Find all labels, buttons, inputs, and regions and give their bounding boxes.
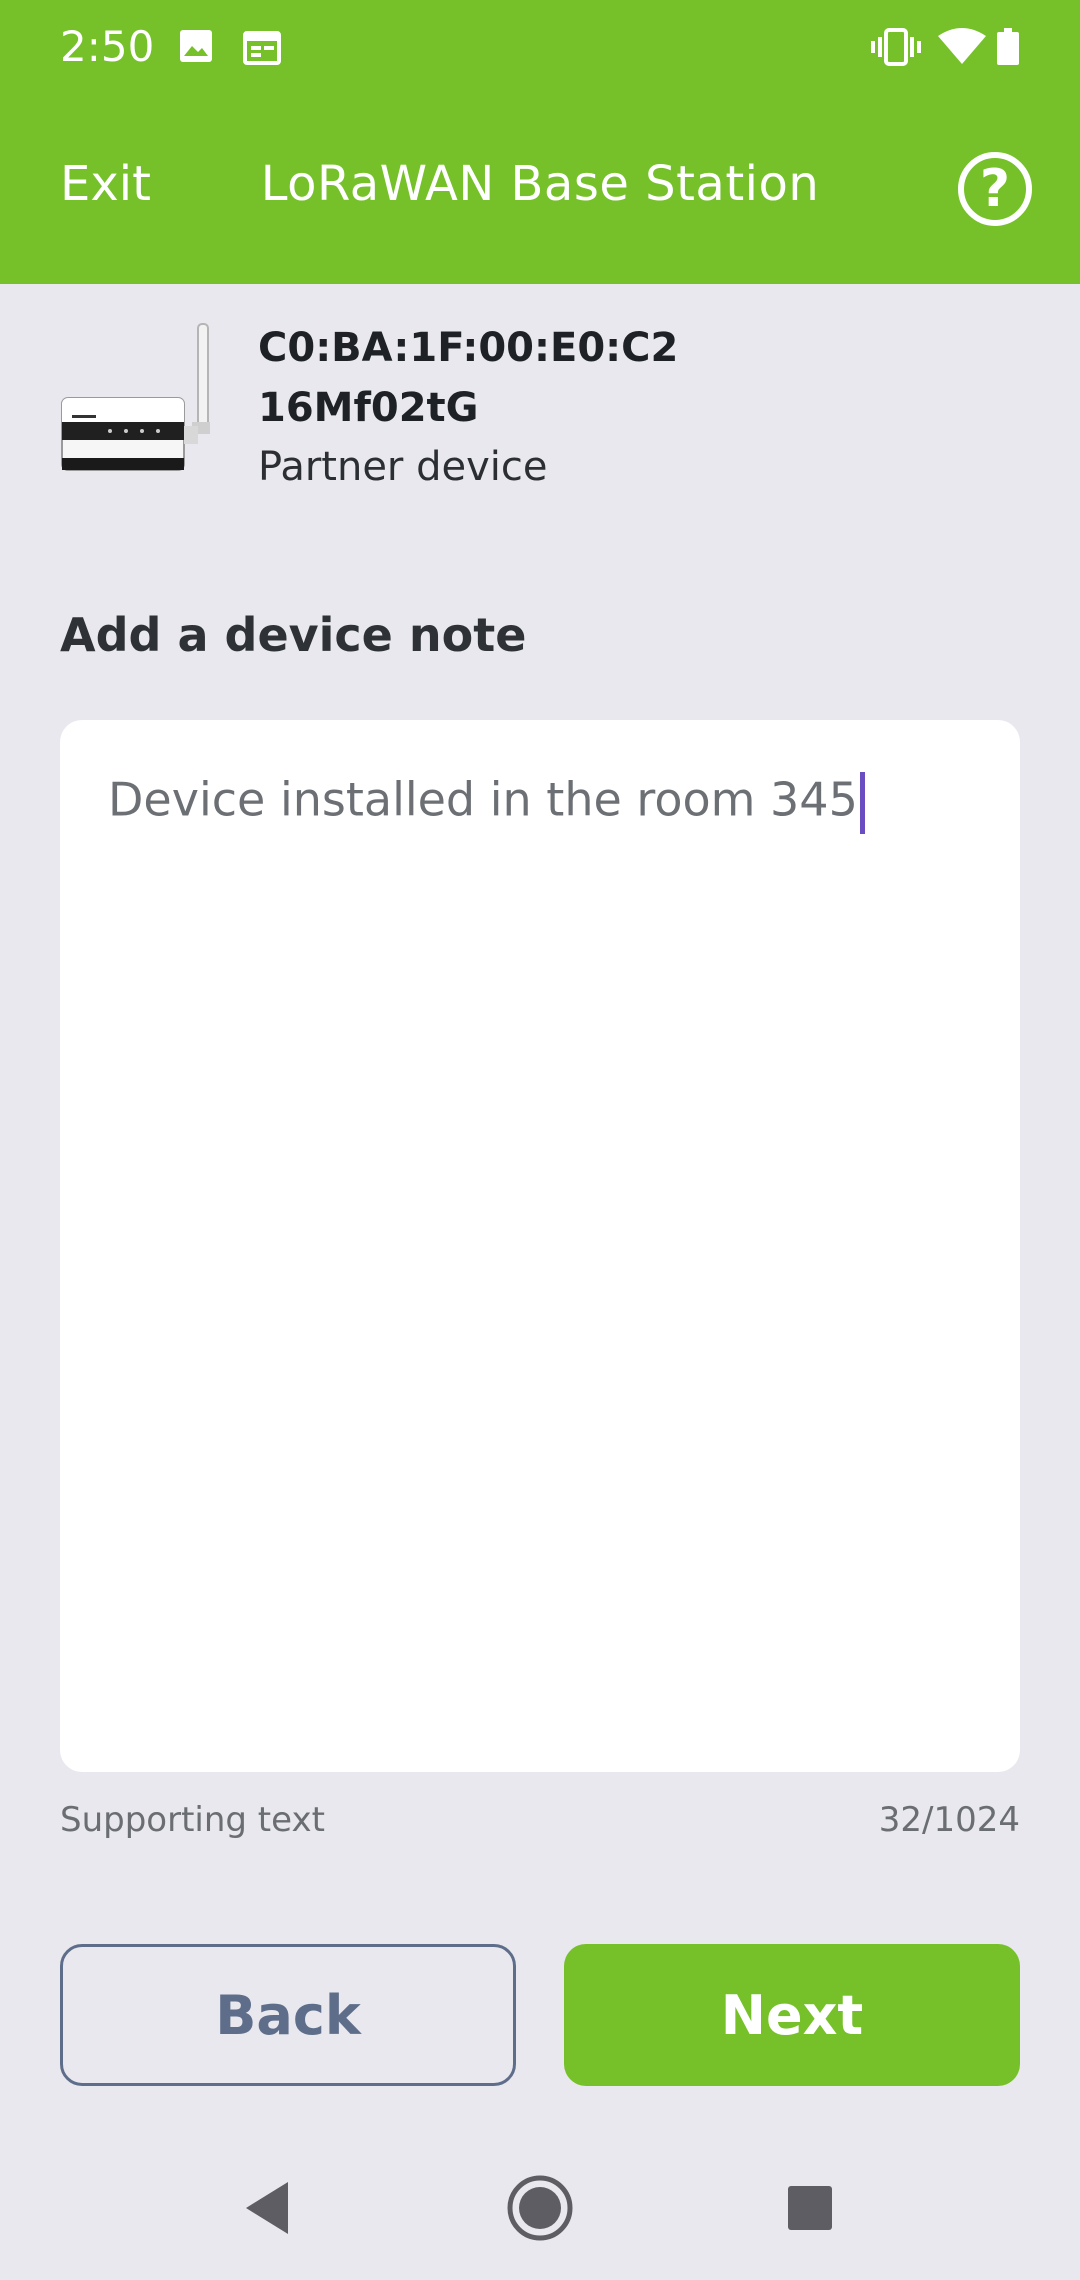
device-note-text: Device installed in the room 345	[108, 772, 858, 827]
help-icon[interactable]: ?	[958, 152, 1032, 226]
device-mac-address: C0:BA:1F:00:E0:C2	[258, 325, 679, 371]
device-code: 16Mf02tG	[258, 385, 479, 431]
back-button[interactable]: Back	[60, 1944, 516, 2086]
app-bar: Exit LoRaWAN Base Station ?	[0, 96, 1080, 284]
supporting-text: Supporting text	[60, 1800, 325, 1840]
device-type: Partner device	[258, 444, 548, 490]
home-circle-icon[interactable]	[506, 2174, 574, 2247]
vibrate-icon	[870, 28, 922, 71]
text-caret	[859, 772, 865, 834]
image-icon	[178, 28, 214, 69]
device-summary: C0:BA:1F:00:E0:C2 16Mf02tG Partner devic…	[60, 318, 1020, 490]
status-bar: 2:50	[0, 0, 1080, 96]
character-counter: 32/1024	[878, 1800, 1020, 1840]
section-title: Add a device note	[60, 608, 527, 662]
system-nav-bar	[0, 2150, 1080, 2280]
device-note-value[interactable]: Device installed in the room 345	[108, 772, 865, 834]
wifi-icon	[936, 28, 988, 71]
battery-icon	[996, 28, 1020, 71]
back-triangle-icon[interactable]	[242, 2180, 292, 2241]
recents-square-icon[interactable]	[786, 2184, 834, 2237]
device-info: C0:BA:1F:00:E0:C2 16Mf02tG Partner devic…	[258, 318, 678, 496]
device-note-textarea[interactable]: Device installed in the room 345	[60, 720, 1020, 1772]
calendar-icon	[242, 28, 282, 71]
base-station-device-image	[60, 318, 220, 478]
page-title: LoRaWAN Base Station	[260, 156, 820, 212]
next-button[interactable]: Next	[564, 1944, 1020, 2086]
status-time: 2:50	[60, 22, 155, 71]
